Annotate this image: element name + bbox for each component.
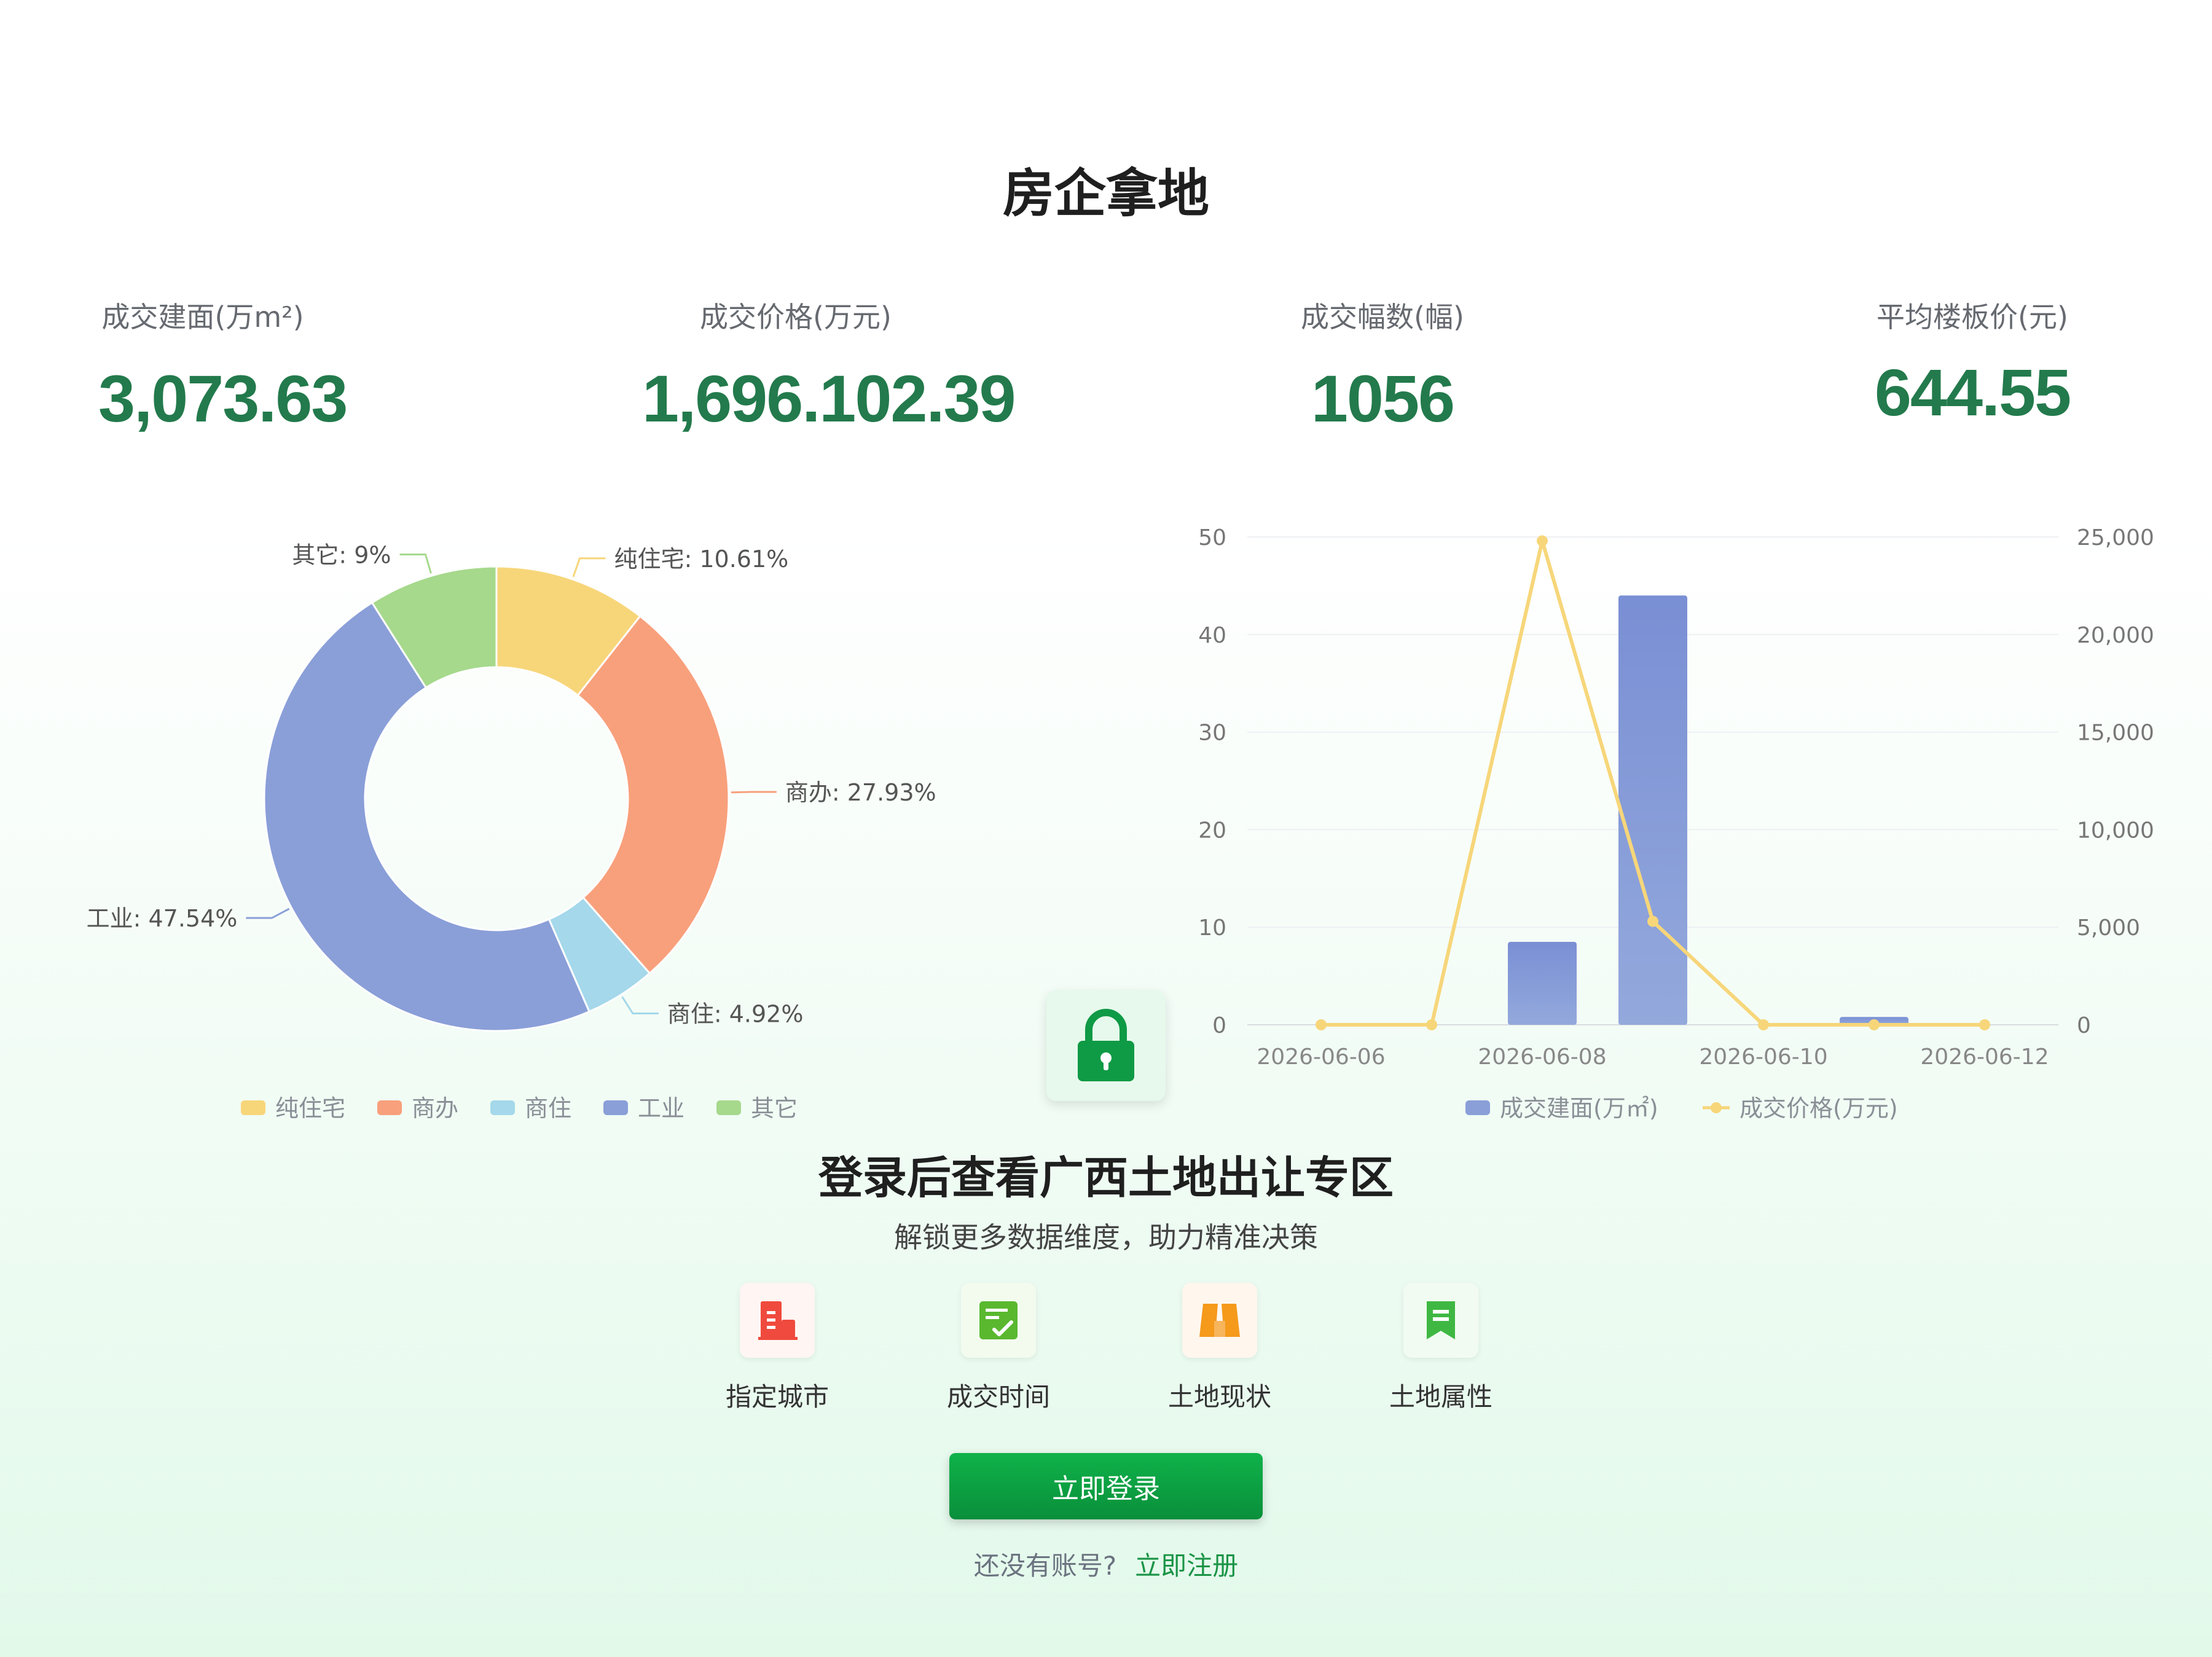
- login-button[interactable]: 立即登录: [949, 1453, 1263, 1519]
- legend-label: 工业: [638, 1095, 684, 1122]
- bar: [1508, 942, 1577, 1025]
- y-tick-label: 0: [1212, 1013, 1226, 1038]
- stat-count: 成交幅数(幅) 1056: [1260, 295, 1505, 437]
- slice-label: 其它: 9%: [292, 541, 391, 568]
- stat-label: 成交幅数(幅): [1301, 300, 1464, 334]
- legend-swatch: [603, 1100, 628, 1115]
- login-subtitle: 解锁更多数据维度，助力精准决策: [894, 1221, 1318, 1254]
- x-tick-label: 2026-06-10: [1699, 1044, 1827, 1070]
- lock-tile: [1046, 990, 1166, 1101]
- legend-label: 成交建面(万㎡): [1500, 1095, 1658, 1122]
- legend-swatch: [241, 1100, 265, 1115]
- leader-line: [572, 557, 606, 578]
- login-title: 登录后查看广西土地出让专区: [818, 1152, 1394, 1204]
- y-tick-label: 20: [1198, 818, 1226, 843]
- lock-icon: [1078, 1009, 1134, 1081]
- line-point: [1758, 1019, 1769, 1030]
- leader-line: [246, 907, 290, 919]
- page-title: 房企拿地: [1002, 163, 1209, 224]
- building-icon: [740, 1283, 815, 1358]
- legend-swatch: [716, 1100, 741, 1115]
- feature-status: 土地现状: [1146, 1283, 1293, 1414]
- map-icon: [1182, 1283, 1257, 1358]
- legend-marker: [1711, 1102, 1722, 1113]
- stat-build-area: 成交建面(万m²) 3,073.63: [92, 295, 348, 437]
- line-point: [1426, 1019, 1437, 1030]
- leader-line: [621, 996, 659, 1015]
- feature-label: 土地属性: [1389, 1382, 1492, 1412]
- leader-line: [731, 791, 777, 794]
- y2-tick-label: 10,000: [2077, 818, 2154, 843]
- y-tick-label: 10: [1198, 915, 1226, 941]
- stat-price: 成交价格(万元) 1,696.102.39: [642, 295, 1016, 437]
- line-point: [1537, 535, 1548, 547]
- feature-time: 成交时间: [925, 1283, 1072, 1414]
- y-tick-label: 30: [1198, 721, 1226, 746]
- y2-tick-label: 25,000: [2077, 525, 2154, 550]
- y-tick-label: 50: [1198, 525, 1226, 550]
- feature-city: 指定城市: [704, 1283, 851, 1414]
- y2-tick-label: 15,000: [2077, 721, 2154, 746]
- legend-swatch: [1465, 1100, 1490, 1115]
- y2-tick-label: 5,000: [2077, 915, 2140, 941]
- register-link[interactable]: 立即注册: [1135, 1551, 1238, 1581]
- stat-value: 3,073.63: [98, 361, 348, 436]
- y2-tick-label: 0: [2077, 1013, 2091, 1038]
- combo-chart: 0 10 20 30 40 50 0 5,000 10,000 15,000 20,000 25,00…: [1198, 525, 2154, 1122]
- y-tick-label: 40: [1198, 623, 1226, 648]
- line-point: [1316, 1019, 1327, 1030]
- line-point: [1869, 1019, 1880, 1030]
- slice-label: 商办: 27.93%: [785, 779, 936, 806]
- stat-label: 成交价格(万元): [700, 300, 892, 334]
- x-tick-label: 2026-06-12: [1920, 1044, 2049, 1070]
- donut-chart: 纯住宅: 10.61% 商办: 27.93% 商住: 4.92% 工业: 47.54%…: [87, 541, 936, 1122]
- stat-avg-price: 平均楼板价(元) 644.55: [1849, 295, 2095, 431]
- legend-label: 商住: [525, 1095, 571, 1122]
- slice-label: 工业: 47.54%: [87, 905, 238, 932]
- no-account-text: 还没有账号?: [973, 1551, 1117, 1581]
- register-prompt: 还没有账号? 立即注册: [0, 1545, 2212, 1583]
- legend-label: 商办: [412, 1095, 458, 1122]
- feature-label: 土地现状: [1167, 1382, 1271, 1412]
- legend-swatch: [490, 1100, 515, 1115]
- line-point: [1979, 1019, 1990, 1030]
- leader-line: [399, 553, 432, 574]
- x-tick-label: 2026-06-06: [1257, 1044, 1385, 1070]
- bar: [1618, 595, 1687, 1025]
- legend-label: 纯住宅: [275, 1095, 345, 1122]
- feature-label: 指定城市: [725, 1382, 829, 1412]
- feature-property: 土地属性: [1367, 1283, 1515, 1414]
- stat-value: 644.55: [1874, 355, 2071, 429]
- legend-swatch: [377, 1100, 402, 1115]
- slice-label: 纯住宅: 10.61%: [614, 546, 788, 573]
- stat-label: 成交建面(万m²): [101, 300, 304, 334]
- calendar-check-icon: [961, 1283, 1036, 1358]
- x-tick-label: 2026-06-08: [1478, 1044, 1606, 1070]
- y2-tick-label: 20,000: [2077, 623, 2154, 648]
- feature-label: 成交时间: [946, 1382, 1050, 1412]
- slice-label: 商住: 4.92%: [667, 1001, 804, 1028]
- bookmark-icon: [1403, 1283, 1478, 1358]
- legend-label: 其它: [751, 1095, 798, 1122]
- stat-label: 平均楼板价(元): [1877, 300, 2068, 334]
- legend-label: 成交价格(万元): [1739, 1095, 1898, 1122]
- stat-value: 1056: [1311, 361, 1455, 436]
- line-point: [1647, 915, 1658, 927]
- stat-value: 1,696.102.39: [642, 361, 1016, 436]
